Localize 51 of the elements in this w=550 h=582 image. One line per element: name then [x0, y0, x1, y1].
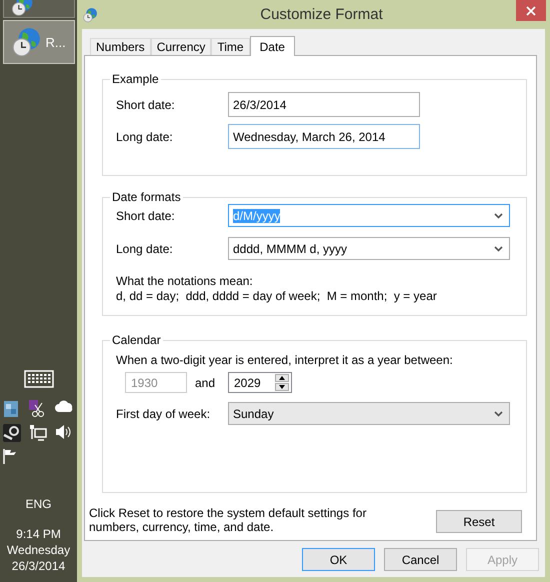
clock-time[interactable]: 9:14 PM [16, 526, 61, 542]
field-label: Long date: [116, 242, 174, 256]
example-field[interactable]: 26/3/2014 [228, 92, 420, 117]
network-icon[interactable] [28, 424, 46, 442]
field-label: Short date: [116, 98, 176, 112]
down-triangle-icon [279, 385, 285, 389]
language-indicator[interactable]: ENG [25, 496, 52, 512]
flag-icon[interactable] [2, 448, 16, 464]
globe-clock-icon [82, 6, 98, 22]
close-button[interactable] [516, 0, 546, 21]
chevron-down-icon [494, 410, 503, 416]
example-field[interactable]: Wednesday, March 26, 2014 [228, 124, 420, 149]
clock-day[interactable]: Wednesday [6, 542, 70, 558]
notation-title: What the notations mean: [116, 274, 254, 288]
field-label: Short date: [116, 208, 176, 222]
tab[interactable]: Numbers [90, 38, 151, 55]
tab[interactable]: Time [211, 38, 250, 55]
spin-down-button[interactable] [275, 383, 289, 391]
year-range-sentence: When a two-digit year is entered, interpret it as a year between: [116, 353, 454, 367]
format-dropdown[interactable]: dddd, MMMM d, yyyy [228, 237, 510, 260]
field-label: First day of week: [116, 406, 212, 420]
round-app-icon[interactable] [2, 424, 20, 442]
notation-text: d, dd = day; ddd, dddd = day of week; M = month; y = year [116, 289, 438, 303]
window-title: Customize Format [260, 6, 383, 23]
clock-date[interactable]: 26/3/2014 [12, 558, 66, 574]
taskbar-button[interactable] [2, 0, 74, 18]
tab[interactable]: Date [250, 36, 295, 56]
group-legend: Date formats [110, 190, 183, 204]
scissors-icon[interactable] [28, 400, 44, 418]
reset-button[interactable]: Reset [436, 510, 522, 533]
and-label: and [195, 376, 216, 390]
first-day-dropdown[interactable]: Sunday [228, 402, 510, 425]
chevron-down-icon [494, 246, 503, 252]
group-legend: Calendar [110, 333, 163, 347]
keyboard-icon[interactable] [24, 370, 54, 388]
speaker-icon[interactable] [54, 424, 72, 440]
chevron-down-icon [494, 212, 503, 218]
cube-icon[interactable] [2, 400, 18, 418]
dialog-button[interactable]: OK [302, 548, 375, 571]
globe-clock-icon [10, 26, 42, 58]
reset-description: Click Reset to restore the system default settings for numbers, currency, time, and date. [89, 506, 368, 534]
to-year-spinner[interactable]: 2029 [228, 372, 292, 393]
globe-clock-icon [10, 0, 34, 17]
tab[interactable]: Currency [150, 38, 212, 55]
group-legend: Example [110, 72, 161, 86]
field-label: Long date: [116, 130, 174, 144]
spin-up-button[interactable] [275, 374, 289, 382]
dialog-button[interactable]: Cancel [384, 548, 457, 571]
up-triangle-icon [279, 376, 285, 380]
cloud-icon[interactable] [54, 400, 72, 412]
close-icon [526, 6, 536, 16]
